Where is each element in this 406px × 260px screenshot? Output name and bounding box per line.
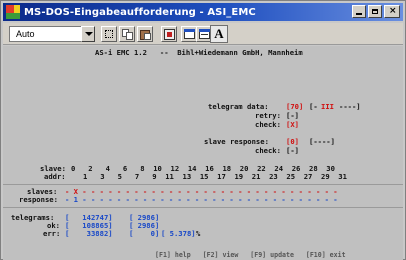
telegram-bits-open: [- — [309, 102, 318, 111]
window-title: MS-DOS-Eingabeaufforderung - ASI_EMC — [24, 6, 256, 18]
retry-value: [-] — [286, 111, 299, 120]
addr-row-label: addr: — [44, 172, 66, 181]
slave-response-bits: [----] — [309, 137, 335, 146]
err-percent-suffix: % — [196, 229, 201, 238]
check-label: check: — [255, 120, 281, 129]
err-percent: [ 5.378] — [161, 229, 196, 238]
response-row-label: response: — [19, 195, 58, 204]
copy-icon[interactable] — [119, 26, 135, 42]
msdos-app-icon — [6, 5, 20, 19]
addr-numbers-row: 1 3 5 7 9 11 13 15 17 19 21 23 25 27 29 … — [83, 172, 347, 181]
app-header: AS-i EMC 1.2 -- Bihl+Wiedemann GmbH, Man… — [95, 48, 303, 57]
fullscreen-icon[interactable] — [161, 26, 177, 42]
paste-icon[interactable] — [137, 26, 153, 42]
err-value: [ 33882] — [65, 229, 113, 238]
telegram-data-value: [70] — [286, 102, 304, 111]
response-status-row: - 1 - - - - - - - - - - - - - - - - - - … — [65, 195, 338, 204]
maximize-button[interactable] — [368, 5, 382, 18]
dos-console-screen: AS-i EMC 1.2 -- Bihl+Wiedemann GmbH, Man… — [3, 46, 403, 260]
close-button[interactable]: × — [384, 5, 400, 18]
font-button[interactable]: A — [210, 25, 228, 43]
telegram-data-label: telegram data: — [208, 102, 269, 111]
title-bar[interactable]: MS-DOS-Eingabeaufforderung - ASI_EMC × — [3, 3, 403, 21]
properties-icon[interactable] — [181, 26, 197, 42]
slave-response-value: [0] — [286, 137, 299, 146]
response-check-value: [-] — [286, 146, 299, 155]
function-keys-footer: [F1] help [F2] view [F9] update [F10] ex… — [155, 251, 346, 259]
retry-label: retry: — [255, 111, 281, 120]
telegram-bits-active: III — [321, 102, 334, 111]
check-value: [X] — [286, 120, 299, 129]
err-count: [ 0] — [129, 229, 160, 238]
response-check-label: check: — [255, 146, 281, 155]
font-size-select[interactable]: Auto — [9, 26, 81, 42]
divider — [3, 184, 403, 185]
minimize-button[interactable] — [352, 5, 366, 18]
chevron-down-icon[interactable] — [81, 26, 95, 42]
mark-icon[interactable] — [101, 26, 117, 42]
toolbar: Auto A — [3, 23, 403, 45]
divider — [3, 207, 403, 208]
slave-response-label: slave response: — [204, 137, 269, 146]
err-label: err: — [43, 229, 61, 238]
dos-window: MS-DOS-Eingabeaufforderung - ASI_EMC × A… — [0, 0, 406, 260]
telegram-bits-close: ----] — [339, 102, 361, 111]
